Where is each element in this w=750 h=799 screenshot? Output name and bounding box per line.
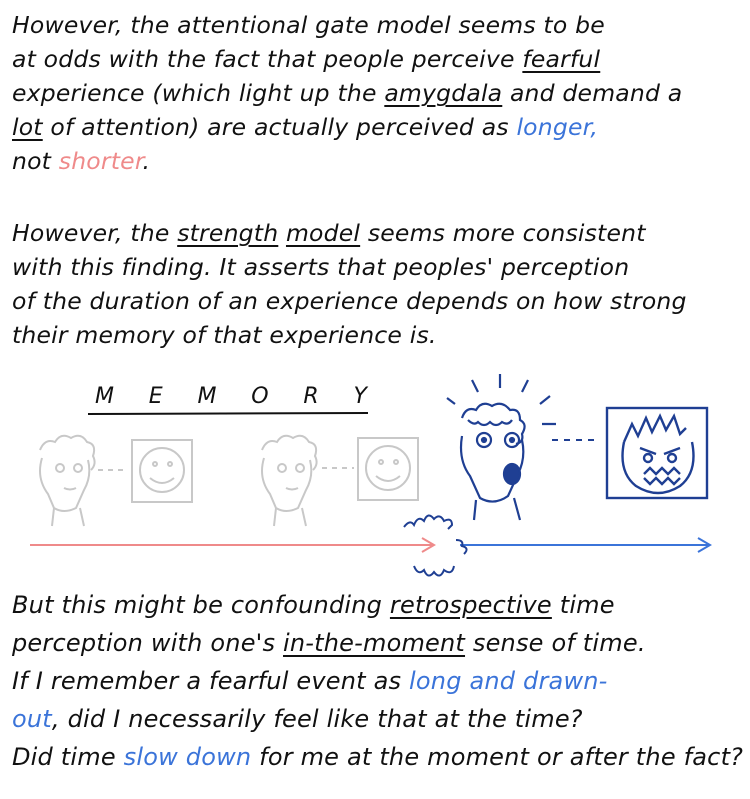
- text-line: If I remember a fearful event as long an…: [12, 662, 742, 700]
- text-line: However, the strength model seems more c…: [12, 216, 742, 250]
- faded-person-icon: [39, 434, 96, 527]
- paragraph-retrospective: But this might be confounding retrospect…: [12, 586, 744, 776]
- faded-smiley-frame-icon: [357, 437, 419, 501]
- text-line: at odds with the fact that people percei…: [12, 42, 742, 76]
- text-line: perception with one's in-the-moment sens…: [12, 624, 742, 662]
- text-span: , did I necessarily feel like that at th…: [51, 705, 583, 733]
- text-span: sense of time.: [465, 629, 646, 657]
- text-span: of the duration of an experience depends…: [12, 287, 687, 315]
- text-span: at odds with the fact that people percei…: [12, 45, 523, 73]
- highlight-slow-down: slow down: [123, 743, 252, 771]
- faded-person-icon: [261, 434, 318, 527]
- text-span: of attention) are actually perceived as: [42, 113, 517, 141]
- text-span: not: [12, 147, 59, 175]
- text-line: experience (which light up the amygdala …: [12, 76, 742, 110]
- text-span: However, the: [12, 219, 178, 247]
- underlined-in-the-moment: in-the-moment: [283, 629, 466, 657]
- text-line: But this might be confounding retrospect…: [12, 586, 742, 624]
- highlight-shorter: shorter: [58, 147, 143, 175]
- highlight-longer: longer,: [516, 113, 598, 141]
- underlined-amygdala: amygdala: [384, 79, 503, 107]
- text-span: perception with one's: [12, 629, 284, 657]
- highlight-out: out: [12, 705, 52, 733]
- text-span: If I remember a fearful event as: [12, 667, 410, 695]
- memory-illustration: [30, 374, 712, 577]
- text-line: Did time slow down for me at the moment …: [12, 738, 744, 776]
- underlined-strength: strength: [177, 219, 279, 247]
- scared-person-icon: [446, 374, 556, 521]
- highlight-long-and-drawn: long and drawn-: [409, 667, 608, 695]
- text-span: .: [142, 147, 151, 175]
- text-span: seems more consistent: [360, 219, 646, 247]
- underlined-fearful: fearful: [522, 45, 601, 73]
- underlined-lot: lot: [12, 113, 43, 141]
- text-line: not shorter.: [12, 144, 742, 178]
- text-line: their memory of that experience is.: [12, 318, 742, 352]
- text-line: However, the attentional gate model seem…: [12, 8, 742, 42]
- text-span: But this might be confounding: [12, 591, 390, 619]
- memory-underline: [87, 412, 369, 415]
- text-line: lot of attention) are actually perceived…: [12, 110, 742, 144]
- text-span: Did time: [12, 743, 124, 771]
- angry-face-frame-icon: [605, 406, 709, 500]
- text-span: [278, 219, 286, 247]
- text-line: with this finding. It asserts that peopl…: [12, 250, 742, 284]
- text-span: time: [551, 591, 615, 619]
- text-span: their memory of that experience is.: [12, 321, 437, 349]
- text-span: for me at the moment or after the fact?: [251, 743, 744, 771]
- text-span: experience (which light up the: [12, 79, 385, 107]
- paragraph-strength-model: However, the strength model seems more c…: [12, 216, 742, 352]
- paragraph-attentional-gate: However, the attentional gate model seem…: [12, 8, 742, 178]
- text-line: out, did I necessarily feel like that at…: [12, 700, 742, 738]
- text-span: with this finding. It asserts that peopl…: [12, 253, 630, 281]
- faded-smiley-frame-icon: [131, 439, 193, 503]
- underlined-model: model: [285, 219, 361, 247]
- text-line: of the duration of an experience depends…: [12, 284, 742, 318]
- text-span: However, the attentional gate model seem…: [12, 11, 605, 39]
- text-span: and demand a: [502, 79, 683, 107]
- underlined-retrospective: retrospective: [389, 591, 552, 619]
